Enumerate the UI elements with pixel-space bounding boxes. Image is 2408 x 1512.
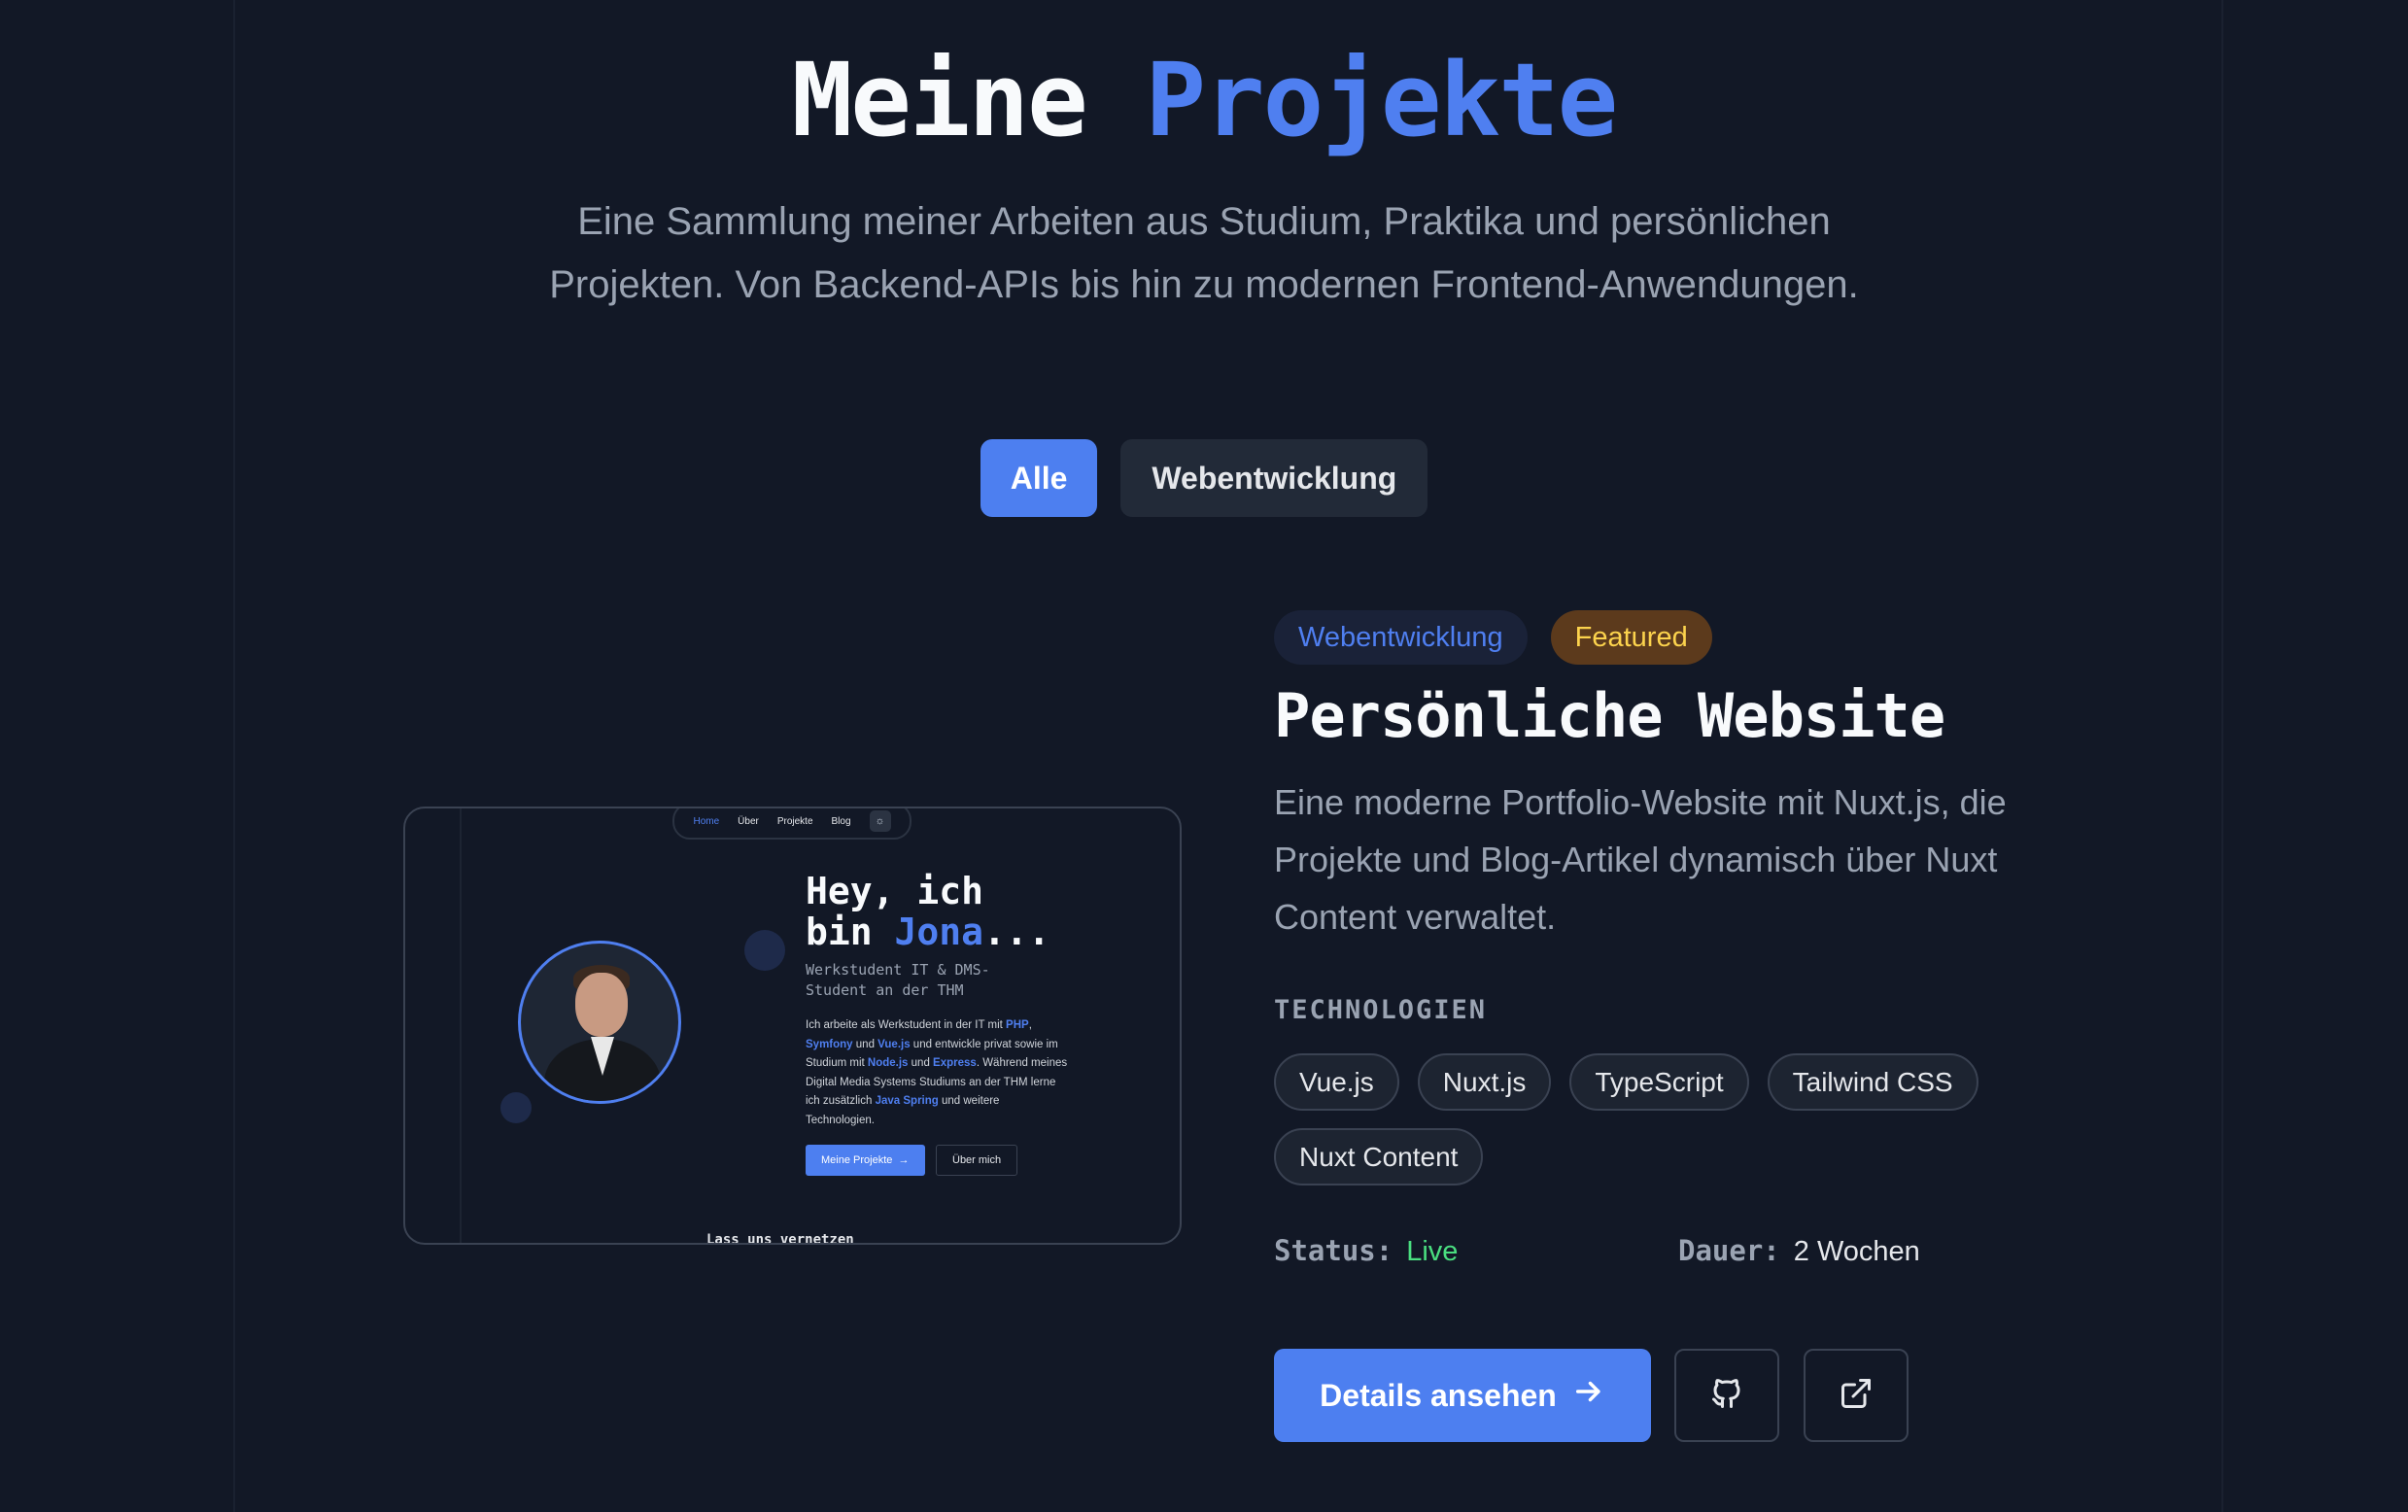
preview-nav-blog: Blog: [831, 815, 851, 827]
tech-chip: Nuxt.js: [1417, 1053, 1552, 1111]
preview-hero-heading: Hey, ich bin Jona...: [806, 871, 1050, 952]
right-frame-divider: [2221, 0, 2223, 1512]
filter-bar: Alle Webentwicklung: [0, 439, 2408, 517]
project-description: Eine moderne Portfolio-Website mit Nuxt.…: [1274, 782, 2007, 937]
preview-navbar: Home Über Projekte Blog ☼: [672, 808, 912, 840]
filter-webentwicklung-button[interactable]: Webentwicklung: [1120, 439, 1428, 517]
tech-chip: Vue.js: [1274, 1053, 1399, 1111]
github-button[interactable]: [1674, 1349, 1779, 1442]
preview-decor-dot: [744, 930, 785, 971]
preview-divider: [460, 808, 462, 1243]
preview-decor-dot: [500, 1092, 532, 1123]
external-link-button[interactable]: [1804, 1349, 1909, 1442]
preview-nav-projects: Projekte: [776, 815, 813, 827]
arrow-right-icon: [1572, 1375, 1605, 1416]
tech-chip: Nuxt Content: [1274, 1128, 1484, 1186]
preview-projects-button: Meine Projekte →: [806, 1145, 925, 1176]
preview-hero-name: Jona: [894, 911, 984, 953]
filter-all-button[interactable]: Alle: [980, 439, 1098, 517]
technologies-heading: TECHNOLOGIEN: [1274, 995, 1488, 1025]
preview-intro-text: Ich arbeite als Werkstudent in der IT mi…: [806, 1019, 1068, 1126]
tech-chip: TypeScript: [1569, 1053, 1749, 1111]
avatar: [518, 941, 681, 1104]
tech-chip: Tailwind CSS: [1767, 1053, 1978, 1111]
duration-value: 2 Wochen: [1793, 1236, 1920, 1267]
sun-icon: ☼: [869, 810, 891, 832]
duration-info: Dauer: 2 Wochen: [1678, 1234, 1920, 1268]
github-icon: [1709, 1376, 1744, 1416]
technology-list: Vue.js Nuxt.js TypeScript Tailwind CSS N…: [1274, 1053, 2051, 1186]
preview-footer-text: Lass uns vernetzen: [706, 1232, 854, 1245]
left-frame-divider: [233, 0, 235, 1512]
project-badges: Webentwicklung Featured: [1274, 610, 1712, 665]
external-link-icon: [1839, 1376, 1874, 1416]
preview-about-button: Über mich: [936, 1145, 1018, 1176]
category-badge: Webentwicklung: [1274, 610, 1528, 665]
status-value: Live: [1406, 1236, 1459, 1267]
preview-role: Werkstudent IT & DMS-Student an der THM: [806, 961, 990, 999]
page-title-accent: Projekte: [1145, 41, 1618, 159]
project-title: Persönliche Website: [1274, 680, 1945, 751]
featured-badge: Featured: [1550, 610, 1712, 665]
status-label: Status:: [1274, 1234, 1393, 1267]
status-info: Status: Live: [1274, 1234, 1458, 1268]
page-title: Meine Projekte: [0, 41, 2408, 159]
page-subtitle: Eine Sammlung meiner Arbeiten aus Studiu…: [549, 200, 1859, 306]
preview-nav-about: Über: [738, 815, 759, 827]
preview-nav-home: Home: [693, 815, 720, 827]
details-button[interactable]: Details ansehen: [1274, 1349, 1651, 1442]
preview-hero-line2: bin Jona...: [806, 911, 1050, 953]
page-title-main: Meine: [791, 41, 1088, 159]
details-button-label: Details ansehen: [1320, 1377, 1557, 1413]
preview-hero-line1: Hey, ich: [806, 870, 984, 912]
duration-label: Dauer:: [1678, 1234, 1780, 1267]
project-preview-image[interactable]: Home Über Projekte Blog ☼ Hey, ich bin J…: [403, 807, 1182, 1245]
